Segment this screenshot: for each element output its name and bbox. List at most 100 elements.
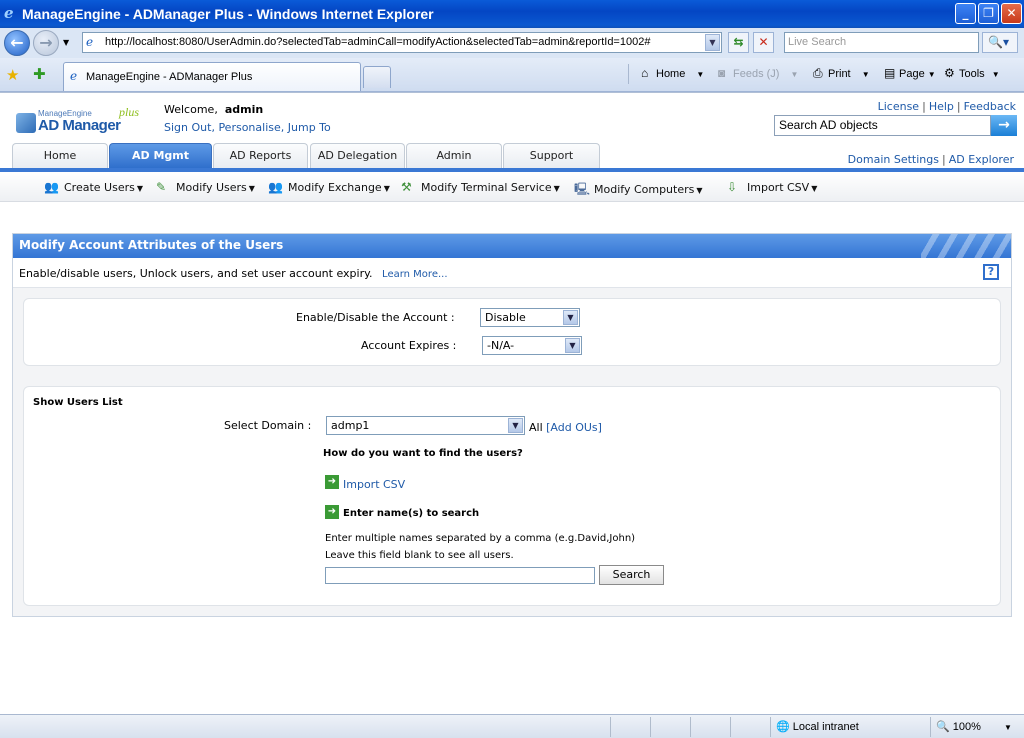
enable-disable-value: Disable [485, 311, 526, 324]
address-bar[interactable]: e http://localhost:8080/UserAdmin.do?sel… [82, 32, 722, 53]
ad-search-go-button[interactable]: → [991, 115, 1017, 136]
back-button[interactable]: ← [4, 30, 30, 56]
browser-tab-active[interactable]: e ManageEngine - ADManager Plus [63, 62, 361, 91]
jump-to-link[interactable]: Jump To [288, 121, 331, 134]
browser-tab-title: ManageEngine - ADManager Plus [86, 71, 253, 83]
terminal-service-icon: ⚒ [401, 180, 412, 194]
tab-ad-reports[interactable]: AD Reports [213, 143, 308, 168]
modify-exchange-menu[interactable]: 👥 Modify Exchange ▼ [268, 180, 390, 194]
modify-exchange-icon: 👥 [268, 180, 283, 194]
modify-users-icon: ✎ [156, 180, 167, 194]
enable-disable-select[interactable]: Disable ▼ [480, 308, 580, 327]
ad-search-input[interactable]: Search AD objects [774, 115, 991, 136]
zoom-level[interactable]: 🔍 100% ▼ [936, 720, 1012, 733]
window-title: ManageEngine - ADManager Plus - Windows … [22, 6, 434, 22]
live-search-input[interactable]: Live Search [784, 32, 979, 53]
domain-settings-link[interactable]: Domain Settings [848, 153, 939, 166]
feeds-button[interactable]: ◙ Feeds (J) ▼ [718, 66, 798, 80]
search-button[interactable]: Search [599, 565, 664, 585]
logo-glyph-icon [16, 113, 36, 133]
page-icon: e [86, 35, 94, 49]
tools-menu-button[interactable]: ⚙ Tools ▼ [944, 66, 1000, 80]
header-decoration [921, 234, 1011, 258]
panel-header: Modify Account Attributes of the Users [13, 234, 1011, 258]
panel-title: Modify Account Attributes of the Users [19, 238, 284, 252]
forward-button[interactable]: → [33, 30, 59, 56]
import-csv-icon: ⇩ [727, 180, 738, 194]
arrow-right-icon[interactable]: ➜ [325, 475, 339, 489]
feedback-link[interactable]: Feedback [964, 100, 1016, 113]
page-menu-button[interactable]: ▤ Page ▼ [884, 66, 936, 80]
globe-icon: 🌐 [776, 721, 790, 733]
ie-logo-icon: e [4, 4, 14, 22]
create-users-menu[interactable]: 👥 Create Users ▼ [44, 180, 143, 194]
tab-ad-delegation[interactable]: AD Delegation [310, 143, 405, 168]
modify-terminal-service-menu[interactable]: ⚒ Modify Terminal Service ▼ [401, 180, 560, 194]
arrow-right-icon[interactable]: ➜ [325, 505, 339, 519]
ou-selection: All [Add OUs] [529, 421, 602, 434]
help-icon[interactable]: ? [983, 264, 999, 280]
username: admin [224, 103, 264, 116]
enter-names-option[interactable]: Enter name(s) to search [343, 508, 479, 519]
new-tab-button[interactable] [363, 66, 391, 88]
show-users-box: Show Users List Select Domain : admp1 ▼ … [23, 386, 1001, 606]
address-dropdown-icon[interactable]: ▼ [705, 34, 720, 51]
all-label: All [529, 421, 543, 434]
page-menu-icon: ▤ [884, 66, 896, 80]
minimize-button[interactable]: _ [955, 3, 976, 24]
url-text: http://localhost:8080/UserAdmin.do?selec… [105, 36, 651, 48]
close-window-button[interactable]: ✕ [1001, 3, 1022, 24]
select-domain-label: Select Domain : [224, 419, 312, 432]
security-zone[interactable]: 🌐 Local intranet [776, 720, 859, 733]
description-text: Enable/disable users, Unlock users, and … [19, 267, 373, 280]
tab-support[interactable]: Support [503, 143, 600, 168]
modify-computers-menu[interactable]: 🖳 Modify Computers ▼ [574, 180, 703, 201]
refresh-icon[interactable]: ⇆ [728, 32, 749, 53]
add-ous-link[interactable]: [Add OUs] [546, 421, 602, 434]
page-content: ManageEngine AD Manager plus Welcome, ad… [0, 92, 1024, 714]
learn-more-link[interactable]: Learn More... [376, 269, 447, 280]
welcome-prefix: Welcome, [164, 103, 218, 116]
history-dropdown-icon[interactable]: ▼ [63, 38, 69, 47]
user-links: Sign Out, Personalise, Jump To [164, 121, 331, 134]
divider [650, 717, 651, 737]
panel-description: Enable/disable users, Unlock users, and … [13, 258, 1011, 288]
divider [770, 717, 771, 737]
domain-select[interactable]: admp1 ▼ [326, 416, 525, 435]
chevron-down-icon: ▼ [563, 310, 578, 325]
tab-admin[interactable]: Admin [406, 143, 502, 168]
chevron-down-icon: ▼ [565, 338, 580, 353]
modify-users-menu[interactable]: ✎ Modify Users ▼ [156, 180, 255, 194]
home-button[interactable]: ⌂ Home ▼ [641, 66, 704, 80]
favorites-star-icon[interactable]: ★ [6, 66, 19, 84]
maximize-button[interactable]: ❐ [978, 3, 999, 24]
create-users-icon: 👥 [44, 180, 59, 194]
ad-explorer-link[interactable]: AD Explorer [949, 153, 1014, 166]
personalise-link[interactable]: Personalise [218, 121, 280, 134]
tab-page-icon: e [70, 69, 78, 83]
add-favorites-icon[interactable]: ✚ [33, 65, 46, 83]
account-expires-select[interactable]: -N/A- ▼ [482, 336, 582, 355]
import-csv-link[interactable]: Import CSV [343, 478, 405, 491]
account-settings-box: Enable/Disable the Account : Disable ▼ A… [23, 298, 1001, 366]
welcome-message: Welcome, admin [164, 103, 263, 116]
user-names-input[interactable] [325, 567, 595, 584]
domain-links: Domain Settings | AD Explorer [847, 153, 1014, 166]
license-link[interactable]: License [878, 100, 919, 113]
window-title-bar: e ManageEngine - ADManager Plus - Window… [0, 0, 1024, 28]
chevron-down-icon: ▼ [508, 418, 523, 433]
zoom-icon: 🔍 [936, 721, 950, 733]
print-button[interactable]: ⎙ Print ▼ [813, 66, 870, 81]
logo-suffix: plus [119, 105, 140, 119]
stop-icon[interactable]: ✕ [753, 32, 774, 53]
help-link[interactable]: Help [929, 100, 954, 113]
admanager-logo: ManageEngine AD Manager plus [16, 105, 146, 137]
tab-ad-mgmt[interactable]: AD Mgmt [109, 143, 212, 168]
tab-home[interactable]: Home [12, 143, 108, 168]
divider [730, 717, 731, 737]
search-icon[interactable]: 🔍▾ [982, 32, 1018, 53]
home-icon: ⌂ [641, 66, 649, 80]
import-csv-menu[interactable]: ⇩ Import CSV ▼ [727, 180, 817, 194]
sign-out-link[interactable]: Sign Out [164, 121, 211, 134]
divider [610, 717, 611, 737]
